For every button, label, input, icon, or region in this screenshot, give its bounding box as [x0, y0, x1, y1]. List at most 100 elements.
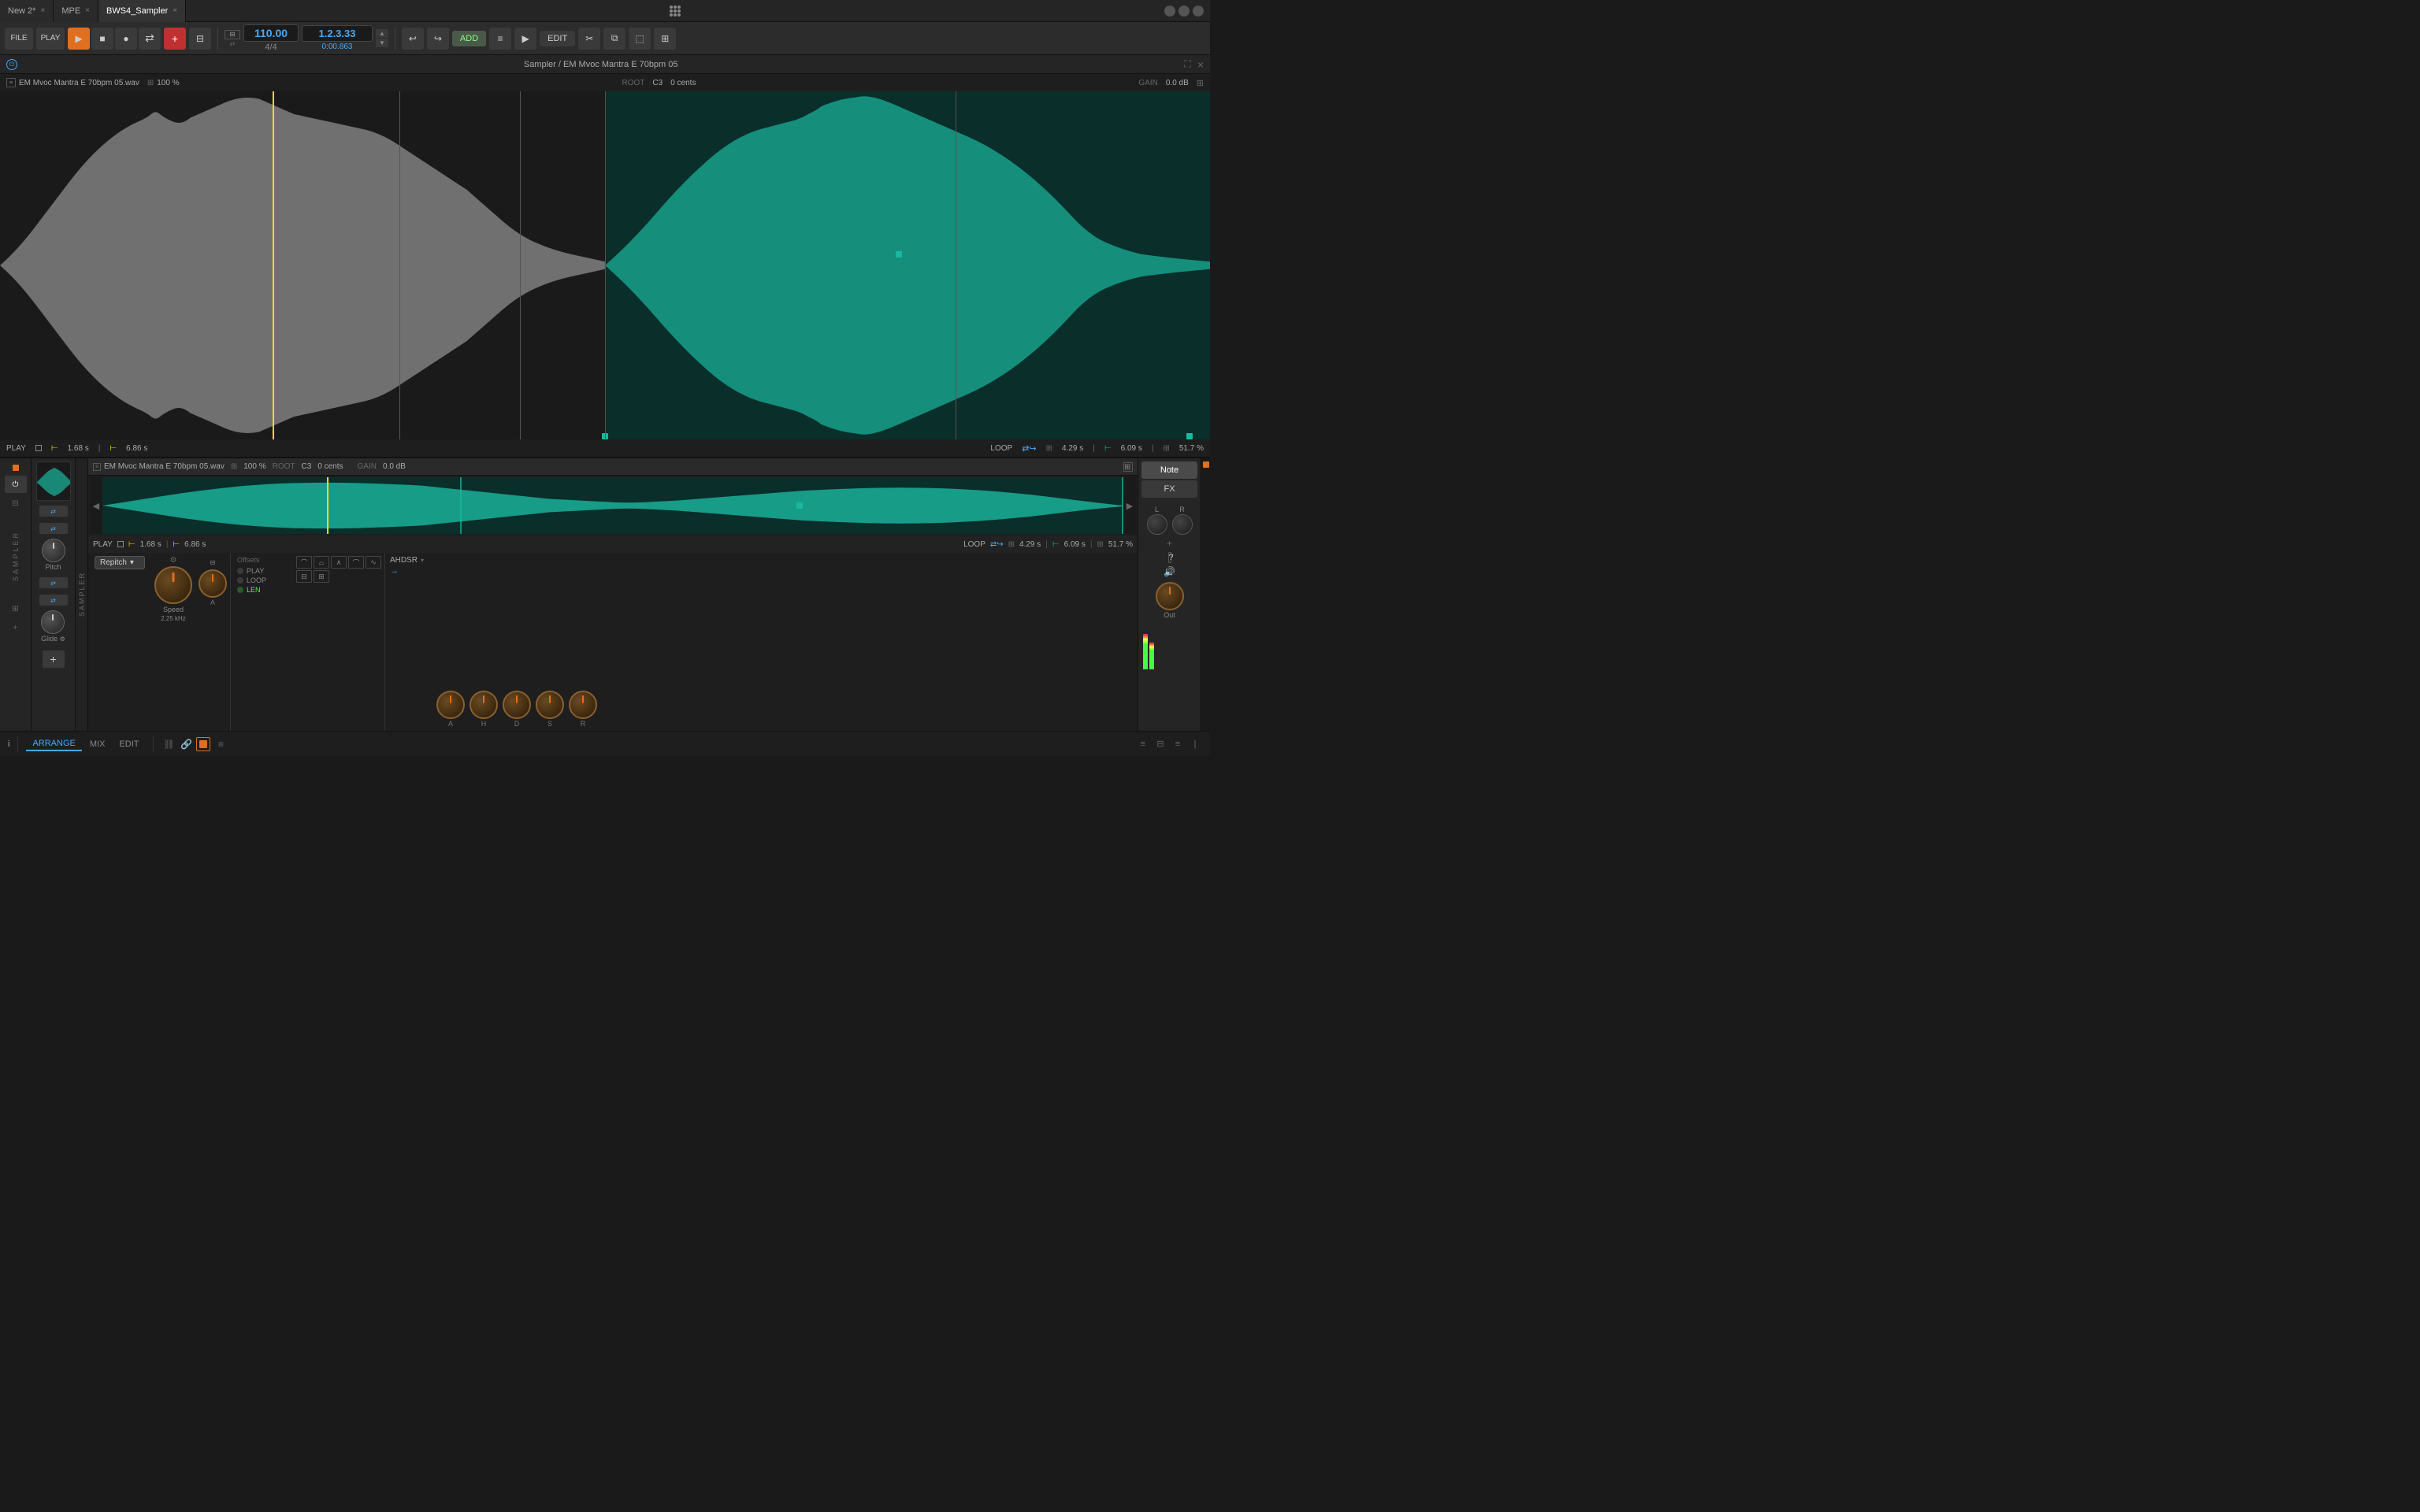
wave-scroll-right[interactable]: ▶	[1123, 477, 1136, 534]
speaker-btn[interactable]: 🔊	[1164, 566, 1175, 577]
ahdsr-dropdown[interactable]: ▾	[421, 557, 424, 564]
tab-new2[interactable]: New 2* ×	[0, 0, 54, 22]
speed-knob[interactable]	[154, 566, 192, 604]
settings-icon[interactable]: ⚙	[170, 556, 177, 565]
env-shape-6[interactable]: ⊟	[296, 570, 312, 583]
mini-playhead	[327, 477, 328, 534]
waveform-settings[interactable]: ⊞	[1197, 78, 1204, 88]
ahdsr-h-knob[interactable]	[470, 691, 498, 719]
edit-tab[interactable]: EDIT	[113, 738, 145, 750]
record-button[interactable]: ●	[115, 28, 137, 50]
play-again-button[interactable]: ▶	[514, 28, 536, 50]
file-button[interactable]: FILE	[5, 28, 33, 50]
tab-close-bws4[interactable]: ×	[173, 6, 177, 15]
play-label-button[interactable]: PLAY	[36, 28, 65, 50]
env-shape-3[interactable]: ∧	[331, 556, 347, 569]
loop-radio[interactable]	[237, 577, 243, 584]
clip-button[interactable]: ⊟	[189, 28, 211, 50]
power-button[interactable]: ⏻	[6, 59, 17, 70]
mixer-button[interactable]: ≡	[489, 28, 511, 50]
sidebar-icon-power[interactable]: ⏻	[5, 476, 27, 493]
ahdsr-s-knob[interactable]	[536, 691, 564, 719]
status-bars-icon[interactable]: ≡	[213, 737, 228, 751]
repitch-dropdown[interactable]: Repitch ▾	[95, 556, 145, 569]
env-shape-4[interactable]: ⌒	[348, 556, 364, 569]
minimize-btn[interactable]	[1164, 6, 1175, 17]
status-icon-1[interactable]: ≡	[1136, 737, 1150, 751]
mix-tab[interactable]: MIX	[84, 738, 112, 750]
status-chain-icon[interactable]: ⛓	[161, 737, 176, 751]
status-orange-btn[interactable]	[196, 737, 210, 751]
route-btn-1[interactable]: ⇄	[39, 506, 68, 517]
play-button[interactable]: ▶	[68, 28, 90, 50]
env-shape-2[interactable]: ⌓	[314, 556, 329, 569]
bar-beat-display[interactable]: 1.2.3.33	[302, 25, 373, 42]
nudge-down[interactable]: ▼	[376, 39, 388, 47]
close-sampler-button[interactable]: ×	[1197, 58, 1204, 71]
query-btn[interactable]: ?	[1168, 552, 1171, 563]
env-shape-7[interactable]: ⊞	[314, 570, 329, 583]
env-a-knob[interactable]	[199, 569, 227, 598]
add-lr-btn[interactable]: +	[1167, 538, 1172, 549]
status-icon-3[interactable]: ≡	[1171, 737, 1185, 751]
nudge-up[interactable]: ▲	[376, 29, 388, 38]
ahdsr-arrow[interactable]: →	[390, 566, 427, 576]
wave-scroll-left[interactable]: ◀	[90, 477, 102, 534]
copy-button[interactable]: ⧉	[603, 28, 625, 50]
route-btn-2[interactable]: ⇄	[39, 523, 68, 534]
arrange-tab[interactable]: ARRANGE	[26, 737, 81, 751]
status-icon-2[interactable]: ⊟	[1153, 737, 1167, 751]
ahdsr-a-knob[interactable]	[436, 691, 465, 719]
close-btn[interactable]	[1193, 6, 1204, 17]
paste-button[interactable]: ⬚	[629, 28, 651, 50]
maximize-btn[interactable]	[1178, 6, 1190, 17]
out-knob[interactable]	[1156, 582, 1184, 610]
loop-button[interactable]: ⇄	[139, 28, 161, 50]
status-link-icon[interactable]: 🔗	[179, 737, 193, 751]
sampler-expand[interactable]: ⊞	[1123, 462, 1133, 472]
ahdsr-d-knob[interactable]	[503, 691, 531, 719]
loop-marker-mid[interactable]	[896, 251, 902, 258]
add-track-button[interactable]: +	[164, 28, 186, 50]
l-knob[interactable]	[1147, 514, 1167, 535]
tab-close-mpe[interactable]: ×	[85, 6, 90, 15]
route-btn-3[interactable]: ⇄	[39, 577, 68, 588]
add-device-btn[interactable]: +	[43, 650, 65, 668]
route-btn-4[interactable]: ⇄	[39, 595, 68, 606]
status-icon-4[interactable]: |	[1188, 737, 1202, 751]
play-radio[interactable]	[237, 568, 243, 574]
stop-button[interactable]: ■	[91, 28, 113, 50]
note-button[interactable]: Note	[1141, 461, 1197, 479]
sidebar-icon-chain[interactable]: ⊞	[5, 600, 27, 617]
add-button[interactable]: ADD	[452, 31, 486, 46]
duplicate-button[interactable]: ⊞	[654, 28, 676, 50]
loop-end-marker[interactable]	[1186, 433, 1193, 439]
edit-button[interactable]: EDIT	[540, 31, 575, 46]
ahdsr-r-knob[interactable]	[569, 691, 597, 719]
r-knob[interactable]	[1172, 514, 1193, 535]
sidebar-icon-view[interactable]: ⊟	[5, 495, 27, 512]
len-radio[interactable]	[237, 587, 243, 593]
env-shape-5[interactable]: ∿	[366, 556, 381, 569]
offsets-title: Offsets	[237, 556, 287, 564]
tab-mpe[interactable]: MPE ×	[54, 0, 98, 22]
env-shape-1[interactable]: ⌒	[296, 556, 312, 569]
undo-button[interactable]: ↩	[402, 28, 424, 50]
fx-button[interactable]: FX	[1141, 480, 1197, 498]
tab-bws4[interactable]: BWS4_Sampler ×	[98, 0, 186, 22]
mini-play-opt[interactable]	[117, 541, 124, 547]
glide-knob[interactable]	[41, 610, 65, 634]
redo-button[interactable]: ↪	[427, 28, 449, 50]
mini-loop-marker[interactable]	[796, 502, 803, 509]
pitch-knob[interactable]	[42, 539, 65, 562]
tempo-display[interactable]: 110.00	[243, 24, 299, 42]
expand-button[interactable]: ⛶	[1184, 58, 1190, 70]
snap-grid[interactable]: ⊟	[225, 30, 240, 39]
info-icon[interactable]: i	[8, 739, 9, 749]
sidebar-icon-plus[interactable]: +	[5, 619, 27, 636]
cut-button[interactable]: ✂	[578, 28, 600, 50]
tab-close-new2[interactable]: ×	[40, 6, 45, 15]
play-options[interactable]	[35, 445, 42, 451]
loop-end-value: 6.09 s	[1121, 444, 1142, 453]
title-center	[186, 3, 1164, 19]
